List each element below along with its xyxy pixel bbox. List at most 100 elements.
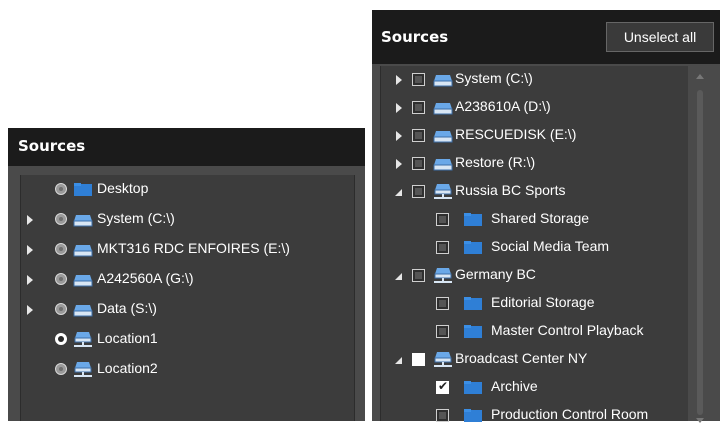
list-item-label: A242560A (G:\) (97, 270, 194, 286)
checkbox[interactable] (436, 213, 449, 226)
radio-button[interactable] (55, 243, 67, 255)
tree-item-label: A238610A (D:\) (455, 98, 551, 114)
drive-icon (73, 275, 93, 287)
folder-icon (464, 409, 482, 422)
folder-icon (74, 183, 92, 196)
tree-item-master-control-playback[interactable]: Master Control Playback (381, 318, 688, 346)
vertical-scrollbar[interactable] (692, 68, 708, 423)
left-list-item-location2[interactable]: Location2 (21, 355, 354, 385)
expand-arrow-icon[interactable] (27, 305, 33, 315)
list-item-label: MKT316 RDC ENFOIRES (E:\) (97, 240, 290, 256)
expand-arrow-icon[interactable] (396, 159, 402, 169)
tree-item-archive[interactable]: ✔ Archive (381, 374, 688, 402)
radio-button-selected[interactable] (55, 333, 67, 345)
tree-item-label: Archive (491, 378, 538, 394)
drive-icon (73, 305, 93, 317)
expand-arrow-icon[interactable] (27, 215, 33, 225)
checkbox[interactable] (412, 269, 425, 282)
tree-item-social-media-team[interactable]: Social Media Team (381, 234, 688, 262)
drive-icon (433, 103, 453, 115)
folder-icon (464, 213, 482, 226)
left-list-item-system-c[interactable]: System (C:\) (21, 205, 354, 235)
folder-icon (464, 297, 482, 310)
tree-item-shared-storage[interactable]: Shared Storage (381, 206, 688, 234)
expand-arrow-icon[interactable] (396, 131, 402, 141)
left-list-item-mkt316-e[interactable]: MKT316 RDC ENFOIRES (E:\) (21, 235, 354, 265)
collapse-arrow-icon[interactable] (394, 272, 403, 281)
tree-item-label: Russia BC Sports (455, 182, 566, 198)
right-sources-tree: System (C:\) A238610A (D:\) RESCUEDISK (… (380, 66, 688, 422)
tree-item-label: Restore (R:\) (455, 154, 536, 170)
tree-item-restore-r[interactable]: Restore (R:\) (381, 150, 688, 178)
checkbox[interactable] (412, 353, 425, 366)
folder-icon (464, 325, 482, 338)
left-sources-title: Sources (18, 137, 86, 155)
tree-item-label: Production Control Room (491, 406, 649, 422)
tree-item-rescuedisk-e[interactable]: RESCUEDISK (E:\) (381, 122, 688, 150)
tree-item-label: Germany BC (455, 266, 536, 282)
expand-arrow-icon[interactable] (27, 275, 33, 285)
tree-item-germany-bc[interactable]: Germany BC (381, 262, 688, 290)
folder-icon (464, 381, 482, 394)
left-list-item-data-s[interactable]: Data (S:\) (21, 295, 354, 325)
drive-icon (433, 75, 453, 87)
collapse-arrow-icon[interactable] (394, 356, 403, 365)
left-list-item-location1[interactable]: Location1 (21, 325, 354, 355)
checkbox[interactable] (412, 157, 425, 170)
tree-item-label: Editorial Storage (491, 294, 595, 310)
drive-icon (433, 131, 453, 143)
tree-item-editorial-storage[interactable]: Editorial Storage (381, 290, 688, 318)
tree-item-broadcast-center-ny[interactable]: Broadcast Center NY (381, 346, 688, 374)
list-item-label: Data (S:\) (97, 300, 157, 316)
network-location-icon (434, 184, 452, 199)
list-item-label: Location1 (97, 330, 158, 346)
network-location-icon (434, 268, 452, 283)
checkbox-checked[interactable]: ✔ (436, 379, 449, 394)
left-sources-header: Sources (8, 128, 365, 166)
checkbox[interactable] (436, 409, 449, 422)
tree-item-label: RESCUEDISK (E:\) (455, 126, 577, 142)
expand-arrow-icon[interactable] (27, 245, 33, 255)
network-location-icon (74, 362, 92, 377)
checkbox[interactable] (436, 241, 449, 254)
right-sources-header: Sources Unselect all (372, 10, 720, 64)
drive-icon (433, 159, 453, 171)
radio-button[interactable] (55, 273, 67, 285)
drive-icon (73, 215, 93, 227)
drive-icon (73, 245, 93, 257)
radio-button[interactable] (55, 363, 67, 375)
radio-button[interactable] (55, 213, 67, 225)
tree-item-label: Broadcast Center NY (455, 350, 588, 366)
folder-icon (464, 241, 482, 254)
scrollbar-thumb[interactable] (697, 90, 703, 415)
left-sources-panel: Sources Desktop System (C:\) MKT316 RDC … (8, 128, 365, 421)
network-location-icon (434, 352, 452, 367)
radio-button[interactable] (55, 183, 67, 195)
tree-item-label: Shared Storage (491, 210, 590, 226)
tree-item-russia-bc-sports[interactable]: Russia BC Sports (381, 178, 688, 206)
right-sources-title: Sources (381, 28, 449, 46)
expand-arrow-icon[interactable] (396, 103, 402, 113)
left-list-item-a242560a-g[interactable]: A242560A (G:\) (21, 265, 354, 295)
list-item-label: Location2 (97, 360, 158, 376)
scroll-up-arrow-icon[interactable] (696, 74, 704, 79)
checkbox[interactable] (436, 297, 449, 310)
collapse-arrow-icon[interactable] (394, 188, 403, 197)
left-list-item-desktop[interactable]: Desktop (21, 175, 354, 205)
tree-item-label: Social Media Team (491, 238, 610, 254)
radio-button[interactable] (55, 303, 67, 315)
tree-item-system-c[interactable]: System (C:\) (381, 66, 688, 94)
list-item-label: Desktop (97, 180, 149, 196)
checkbox[interactable] (412, 101, 425, 114)
checkbox[interactable] (412, 129, 425, 142)
checkbox[interactable] (412, 185, 425, 198)
left-sources-list: Desktop System (C:\) MKT316 RDC ENFOIRES… (20, 175, 355, 421)
expand-arrow-icon[interactable] (396, 75, 402, 85)
tree-item-a238610a-d[interactable]: A238610A (D:\) (381, 94, 688, 122)
checkbox[interactable] (412, 73, 425, 86)
checkbox[interactable] (436, 325, 449, 338)
unselect-all-button[interactable]: Unselect all (606, 22, 714, 52)
tree-item-production-control-room[interactable]: Production Control Room (381, 402, 688, 430)
list-item-label: System (C:\) (97, 210, 175, 226)
checkmark-icon: ✔ (438, 379, 449, 393)
